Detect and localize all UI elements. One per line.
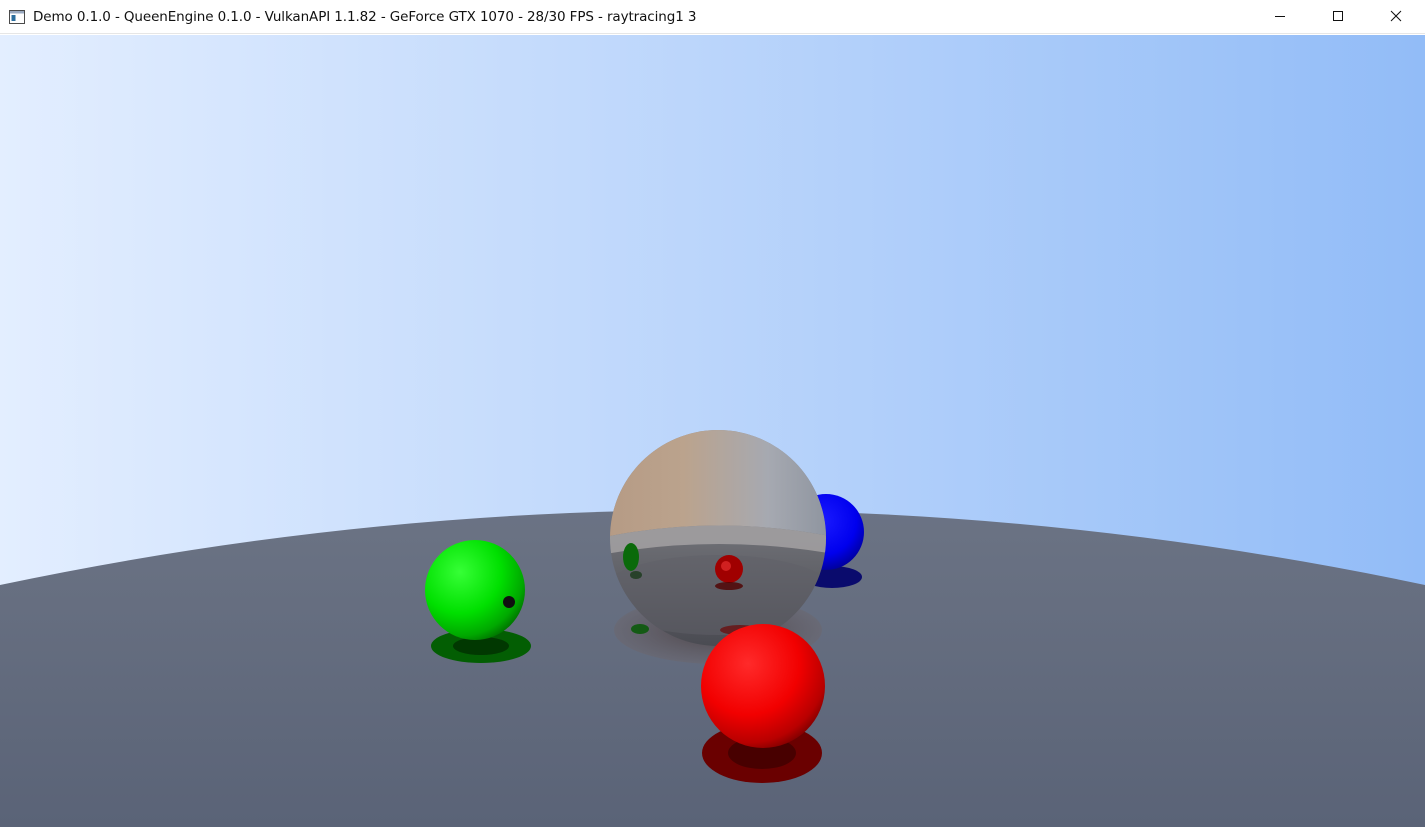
minimize-button[interactable] [1251,0,1309,32]
window-controls [1251,0,1425,34]
render-viewport[interactable] [0,35,1425,827]
green-reflection-floor [631,624,649,634]
app-window: Demo 0.1.0 - QueenEngine 0.1.0 - VulkanA… [0,0,1425,827]
close-icon [1390,10,1402,22]
minimize-icon [1275,16,1285,17]
close-button[interactable] [1367,0,1425,32]
window-title: Demo 0.1.0 - QueenEngine 0.1.0 - VulkanA… [33,8,697,25]
maximize-icon [1333,11,1343,21]
red-sphere [701,624,825,748]
green-sphere [425,540,525,640]
window-app-icon[interactable] [8,8,26,26]
maximize-button[interactable] [1309,0,1367,32]
title-bar[interactable]: Demo 0.1.0 - QueenEngine 0.1.0 - VulkanA… [0,0,1425,34]
raytraced-scene [0,35,1425,827]
